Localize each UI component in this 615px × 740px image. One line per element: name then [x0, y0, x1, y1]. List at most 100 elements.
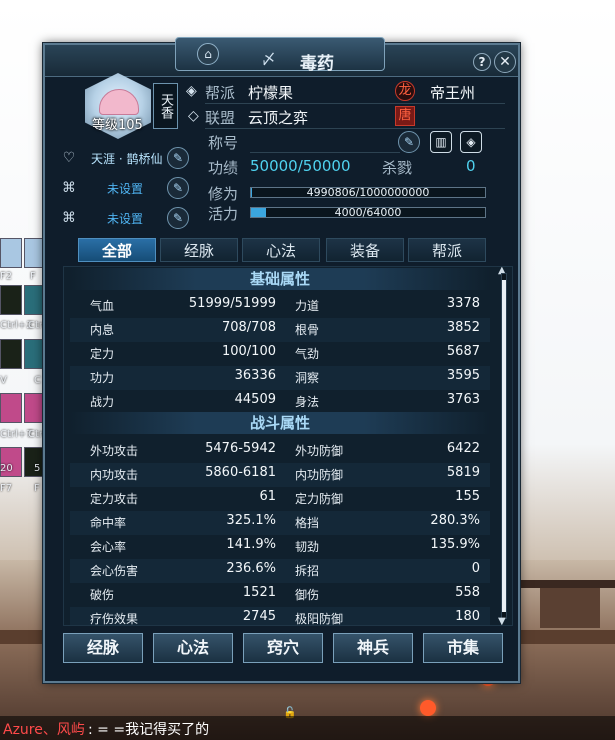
stat-row: 命中率 325.1% 格挡 280.3%: [70, 511, 490, 535]
stat-value: 5860-6181: [205, 465, 276, 480]
quill-icon[interactable]: ✎: [167, 147, 189, 169]
stat-label: 身法: [295, 395, 320, 409]
hotbar-slot[interactable]: [0, 339, 22, 369]
guild-label: 帮派: [205, 84, 236, 102]
side-skill-label: 天涯 · 鹊桥仙: [91, 152, 163, 166]
hotbar-strip: F2 F Ctrl+2 Ctr V C Ctrl+7 Ctr 20 5 F7 F: [0, 235, 46, 505]
stat-value: 558: [455, 585, 480, 600]
title-label: 称号: [208, 134, 239, 152]
stat-value: 44509: [234, 392, 276, 407]
stat-label: 命中率: [90, 516, 127, 530]
stat-label: 会心伤害: [90, 564, 139, 578]
tab-all[interactable]: 全部: [78, 238, 156, 262]
stat-value: 708/708: [221, 320, 276, 335]
scrollbar[interactable]: [501, 273, 507, 619]
vitality-label: 活力: [208, 205, 239, 223]
stat-row: 战力 44509 身法 3763: [70, 390, 490, 414]
stat-value: 3595: [446, 368, 480, 383]
stat-label: 御伤: [295, 588, 320, 602]
grid-icon[interactable]: ▥: [430, 131, 452, 153]
stat-value: 135.9%: [430, 537, 480, 552]
window-titlebar[interactable]: ⌂ 〆 毒药 ? ✕: [45, 37, 518, 77]
stat-row: 外功攻击 5476-5942 外功防御 6422: [70, 439, 490, 463]
stat-label: 韧劲: [295, 540, 320, 554]
chat-sender[interactable]: Azure、风屿: [3, 719, 85, 739]
quill-icon[interactable]: ✎: [167, 177, 189, 199]
stats-panel: 基础属性 气血 51999/51999 力道 3378 内息 708/708 根骨 3852 定…: [63, 266, 513, 626]
cultivation-value: 4990806/1000000000: [306, 186, 430, 199]
hotbar-key-label: Ctr: [28, 429, 44, 440]
tab-mental-method[interactable]: 心法: [242, 238, 320, 262]
hotbar-key-label: F: [30, 271, 36, 282]
section-title: 战斗属性: [249, 414, 310, 432]
quill-icon[interactable]: ✎: [398, 131, 420, 153]
title-input-line: [250, 152, 400, 153]
hotbar-key-label: F: [34, 483, 40, 494]
tab-equipment[interactable]: 装备: [326, 238, 404, 262]
diamond-icon: ◇: [188, 108, 199, 124]
stat-row: 定力 100/100 气劲 5687: [70, 342, 490, 366]
stat-row: 会心伤害 236.6% 拆招 0: [70, 559, 490, 583]
roof-silhouette: [520, 580, 615, 588]
tab-meridian[interactable]: 经脉: [160, 238, 238, 262]
acupoint-button[interactable]: 窍穴: [243, 633, 323, 663]
stat-row: 定力攻击 61 定力防御 155: [70, 487, 490, 511]
stat-value: 51999/51999: [188, 296, 276, 311]
hotbar-key-label: C: [34, 375, 41, 386]
stat-value: 2745: [242, 609, 276, 624]
stat-value: 61: [259, 489, 276, 504]
ribbon-knot-icon: ⌘: [62, 180, 76, 196]
kill-label: 杀戮: [382, 159, 413, 177]
meridian-button[interactable]: 经脉: [63, 633, 143, 663]
level-label: 等级105: [92, 118, 143, 133]
cube-icon[interactable]: ◈: [460, 131, 482, 153]
stat-label: 定力: [90, 347, 115, 361]
stat-label: 内息: [90, 323, 115, 337]
quill-icon[interactable]: ✎: [167, 207, 189, 229]
stat-row: 疗伤效果 2745 极阳防御 180: [70, 607, 490, 625]
tab-guild[interactable]: 帮派: [408, 238, 486, 262]
side-skill-label: 未设置: [107, 182, 144, 196]
help-button[interactable]: ?: [473, 53, 491, 71]
stat-row: 气血 51999/51999 力道 3378: [70, 294, 490, 318]
vitality-bar: 4000/64000: [250, 206, 486, 219]
close-button[interactable]: ✕: [494, 51, 516, 73]
divider: [205, 128, 505, 129]
hotbar-key-label: 5: [34, 463, 41, 474]
emblem-icon: ⌂: [197, 43, 219, 65]
hotbar-key-label: F7: [0, 483, 13, 494]
stat-label: 内功防御: [295, 468, 344, 482]
stat-label: 洞察: [295, 371, 320, 385]
divider: [205, 103, 505, 104]
lantern-icon: [420, 700, 436, 716]
chat-message: : = =我记得买了的: [88, 722, 210, 738]
stat-label: 气血: [90, 299, 115, 313]
stat-value: 3763: [446, 392, 480, 407]
mental-method-button[interactable]: 心法: [153, 633, 233, 663]
alliance-value: 云顶之弈: [248, 109, 309, 127]
scroll-down-icon[interactable]: ▼: [498, 616, 506, 625]
stat-label: 内功攻击: [90, 468, 139, 482]
stat-label: 力道: [295, 299, 320, 313]
stat-value: 141.9%: [226, 537, 276, 552]
school-badge: 天香: [153, 83, 178, 129]
hotbar-slot[interactable]: [0, 393, 22, 423]
dragon-tag-icon: 龙: [395, 81, 415, 101]
stat-row: 破伤 1521 御伤 558: [70, 583, 490, 607]
scrollbar-thumb[interactable]: [502, 280, 506, 612]
side-skill-label: 未设置: [107, 212, 144, 226]
stat-value: 155: [455, 489, 480, 504]
heart-charm-icon: ♡: [62, 150, 76, 166]
hotbar-key-label: V: [0, 375, 7, 386]
stat-label: 根骨: [295, 323, 320, 337]
hotbar-slot[interactable]: [0, 285, 22, 315]
divine-weapon-button[interactable]: 神兵: [333, 633, 413, 663]
guild-value: 柠檬果: [248, 84, 294, 102]
market-button[interactable]: 市集: [423, 633, 503, 663]
hotbar-slot[interactable]: [0, 238, 22, 268]
stat-value: 5819: [446, 465, 480, 480]
side-skill-row: ⌘ 未设置 ✎: [55, 177, 195, 199]
stat-label: 战力: [90, 395, 115, 409]
side-skill-row: ⌘ 未设置 ✎: [55, 207, 195, 229]
eye-diamond-icon: ◈: [186, 83, 197, 99]
